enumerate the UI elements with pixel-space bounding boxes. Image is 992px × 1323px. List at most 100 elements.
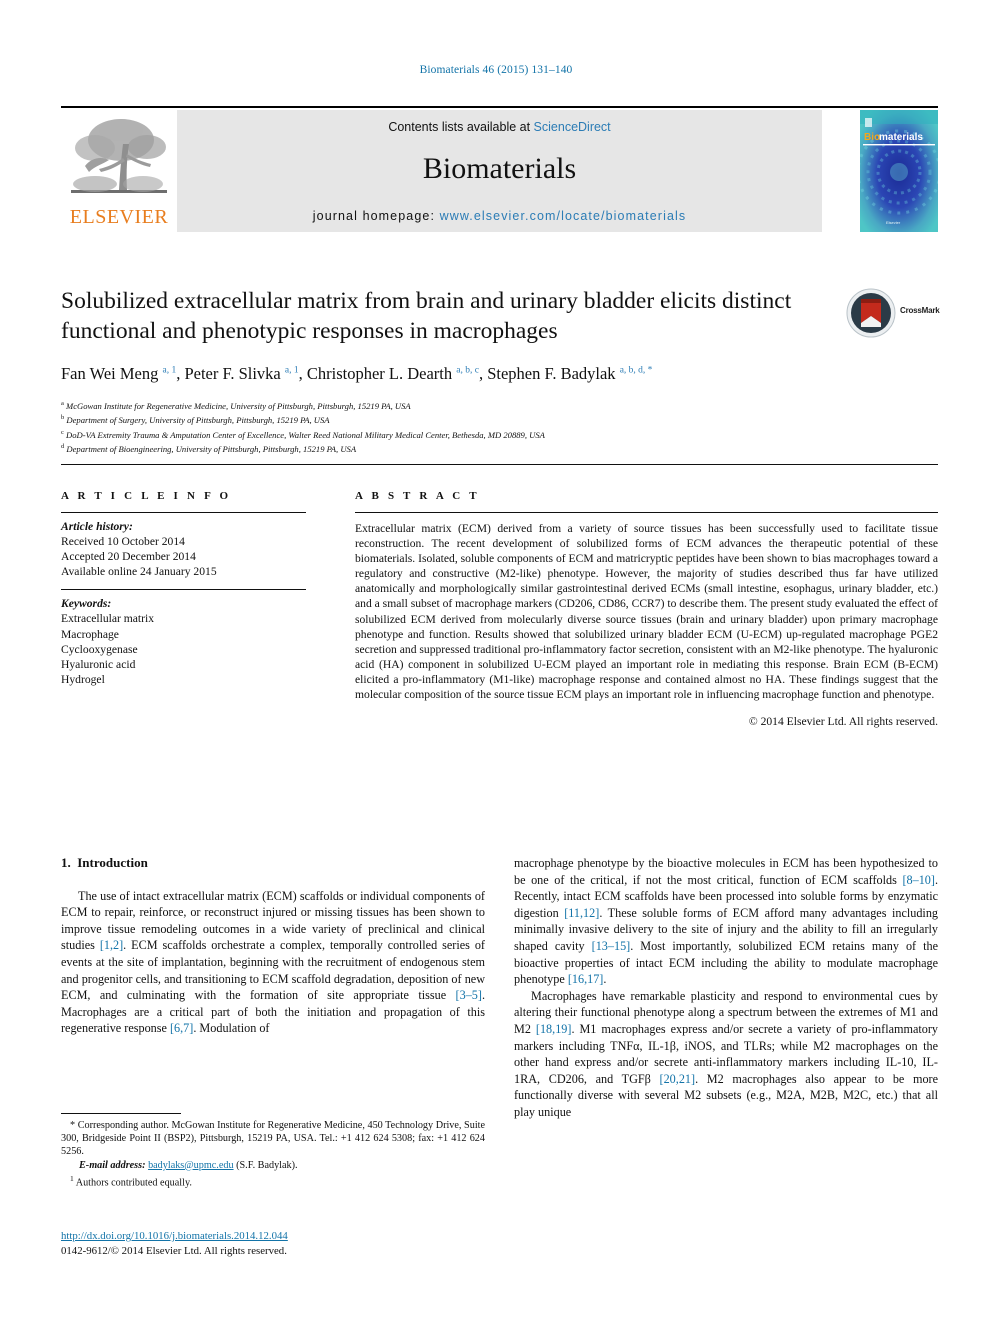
- section-heading-introduction: 1. Introduction: [61, 855, 485, 872]
- affiliation-item: b Department of Surgery, University of P…: [61, 412, 921, 426]
- author-affil-marks: a, 1: [284, 365, 299, 376]
- running-head: Biomaterials 46 (2015) 131–140: [419, 64, 573, 76]
- article-history-item: Received 10 October 2014: [61, 535, 185, 549]
- author-affil-marks: a, 1: [162, 365, 177, 376]
- elsevier-tree-icon: [65, 114, 173, 206]
- citation-link[interactable]: [18,19]: [536, 1022, 572, 1036]
- masthead-center-panel: Contents lists available at ScienceDirec…: [177, 110, 822, 232]
- author-sep: ,: [298, 364, 307, 383]
- article-info-column: Article history: Received 10 October 201…: [61, 512, 306, 687]
- abstract-heading: A B S T R A C T: [355, 490, 480, 502]
- footnote-rule: [61, 1113, 181, 1114]
- affiliation-text: Department of Surgery, University of Pit…: [66, 415, 330, 426]
- journal-cover-thumbnail: Bio materials Elsevier: [860, 110, 938, 232]
- intro-paragraph-1: The use of intact extracellular matrix (…: [61, 888, 485, 1037]
- abstract-text: Extracellular matrix (ECM) derived from …: [355, 522, 938, 702]
- citation-link[interactable]: [6,7]: [170, 1021, 193, 1035]
- intro-text-i: .: [603, 972, 607, 987]
- title-block: Solubilized extracellular matrix from br…: [61, 286, 831, 384]
- body-column-right: macrophage phenotype by the bioactive mo…: [514, 855, 938, 1121]
- citation-link[interactable]: [20,21]: [660, 1072, 696, 1086]
- affiliation-item: c DoD-VA Extremity Trauma & Amputation C…: [61, 427, 921, 441]
- journal-homepage-line: journal homepage: www.elsevier.com/locat…: [177, 209, 822, 223]
- section-number: 1.: [61, 855, 71, 870]
- author-name: Fan Wei Meng: [61, 364, 159, 383]
- citation-link[interactable]: [11,12]: [564, 906, 599, 920]
- affiliation-item: a McGowan Institute for Regenerative Med…: [61, 398, 921, 412]
- equal-contribution-note: 1 Authors contributed equally.: [61, 1172, 485, 1190]
- contents-prefix: Contents lists available at: [388, 120, 534, 134]
- author-name: Stephen F. Badylak: [487, 364, 616, 383]
- keyword-item: Hyaluronic acid: [61, 657, 136, 671]
- abstract-column: Extracellular matrix (ECM) derived from …: [355, 512, 938, 729]
- citation-link[interactable]: [3–5]: [456, 988, 482, 1002]
- affiliation-item: d Department of Bioengineering, Universi…: [61, 441, 921, 455]
- affiliation-text: McGowan Institute for Regenerative Medic…: [66, 400, 411, 411]
- footnote-block: * Corresponding author. McGowan Institut…: [61, 1113, 485, 1189]
- affiliation-mark: a: [61, 400, 64, 407]
- intro-text-d: . Modulation of: [193, 1021, 270, 1036]
- journal-homepage-link[interactable]: www.elsevier.com/locate/biomaterials: [440, 209, 687, 223]
- intro-paragraph-1-cont: macrophage phenotype by the bioactive mo…: [514, 855, 938, 988]
- paper-page: Biomaterials 46 (2015) 131–140 ELSEVIER …: [0, 0, 992, 1323]
- affiliation-mark: b: [61, 414, 65, 422]
- citation-link[interactable]: [16,17]: [568, 972, 604, 986]
- keywords-label: Keywords:: [61, 597, 112, 611]
- svg-text:materials: materials: [879, 132, 923, 143]
- intro-text-e: macrophage phenotype by the bioactive mo…: [514, 856, 938, 887]
- citation-link[interactable]: [13–15]: [592, 939, 631, 953]
- author-sep: ,: [478, 364, 488, 383]
- author-list: Fan Wei Meng a, 1, Peter F. Slivka a, 1,…: [61, 364, 831, 384]
- affiliation-mark: d: [61, 442, 65, 450]
- citation-link[interactable]: [8–10]: [902, 873, 935, 887]
- doi-link[interactable]: http://dx.doi.org/10.1016/j.biomaterials…: [61, 1230, 288, 1242]
- journal-title: Biomaterials: [422, 152, 577, 185]
- keyword-item: Macrophage: [61, 627, 119, 641]
- elsevier-logo: ELSEVIER: [61, 110, 177, 232]
- equal-text: Authors contributed equally.: [75, 1177, 192, 1189]
- article-history-block: Article history: Received 10 October 201…: [61, 519, 306, 579]
- article-info-rule: [61, 512, 306, 513]
- svg-text:Elsevier: Elsevier: [886, 220, 901, 225]
- issn-copyright-line: 0142-9612/© 2014 Elsevier Ltd. All right…: [61, 1244, 287, 1257]
- email-link[interactable]: badylaks@upmc.edu: [148, 1160, 234, 1171]
- keywords-block: Keywords: Extracellular matrix Macrophag…: [61, 596, 306, 687]
- citation-link[interactable]: [1,2]: [100, 938, 123, 952]
- elsevier-wordmark: ELSEVIER: [69, 206, 169, 228]
- email-suffix: (S.F. Badylak).: [236, 1159, 298, 1171]
- email-note: E-mail address: badylaks@upmc.edu (S.F. …: [61, 1159, 485, 1172]
- email-label: E-mail address:: [79, 1159, 146, 1171]
- author-name: Christopher L. Dearth: [306, 364, 453, 383]
- author-entry: Peter F. Slivka a, 1: [184, 364, 298, 383]
- corresponding-text: Corresponding author. McGowan Institute …: [61, 1120, 486, 1158]
- equal-mark: 1: [70, 1173, 74, 1183]
- abstract-rule: [355, 512, 938, 513]
- article-history-item: Accepted 20 December 2014: [61, 550, 196, 564]
- affiliation-text: DoD-VA Extremity Trauma & Amputation Cen…: [66, 429, 545, 440]
- keyword-item: Hydrogel: [61, 672, 105, 686]
- author-entry: Fan Wei Meng a, 1: [61, 364, 176, 383]
- affiliation-text: Department of Bioengineering, University…: [66, 443, 357, 454]
- svg-text:Bio: Bio: [864, 132, 880, 143]
- keyword-item: Cyclooxygenase: [61, 642, 138, 656]
- author-entry: Christopher L. Dearth a, b, c: [307, 364, 479, 383]
- corresponding-mark: *: [70, 1120, 76, 1131]
- section-divider: [61, 464, 938, 465]
- abstract-copyright: © 2014 Elsevier Ltd. All rights reserved…: [748, 715, 938, 729]
- affiliation-mark: c: [61, 428, 64, 436]
- corresponding-author-note: * Corresponding author. McGowan Institut…: [61, 1119, 485, 1159]
- intro-text-b: . ECM scaffolds orchestrate a complex, t…: [61, 938, 485, 1003]
- crossmark-badge[interactable]: CrossMark: [846, 288, 940, 340]
- article-history-item: Available online 24 January 2015: [61, 565, 217, 579]
- author-entry: Stephen F. Badylak a, b, d, *: [487, 364, 652, 383]
- page-title: Solubilized extracellular matrix from br…: [61, 288, 792, 344]
- crossmark-label: CrossMark: [900, 306, 940, 315]
- homepage-prefix: journal homepage:: [312, 209, 440, 223]
- author-affil-marks: a, b, d, *: [619, 365, 653, 376]
- keywords-rule: [61, 589, 306, 591]
- keyword-item: Extracellular matrix: [61, 612, 155, 626]
- contents-available-line: Contents lists available at ScienceDirec…: [177, 120, 822, 134]
- intro-paragraph-2: Macrophages have remarkable plasticity a…: [514, 988, 938, 1121]
- journal-masthead: ELSEVIER Contents lists available at Sci…: [61, 106, 938, 232]
- sciencedirect-link[interactable]: ScienceDirect: [534, 120, 611, 134]
